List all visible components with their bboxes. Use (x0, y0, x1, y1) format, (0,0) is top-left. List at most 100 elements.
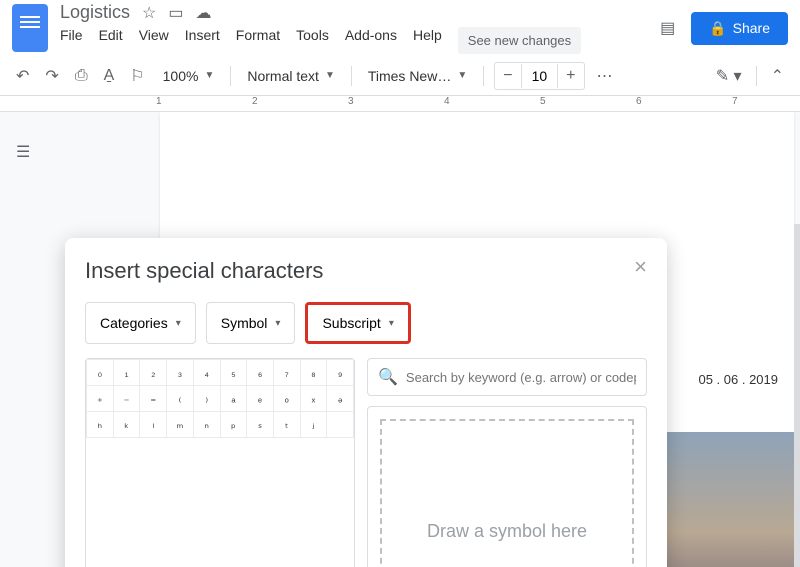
font-size-stepper: − 10 + (494, 62, 584, 90)
char-cell[interactable]: ₆ (247, 360, 274, 386)
search-box: 🔍 (367, 358, 647, 396)
comment-icon[interactable]: ▤ (660, 18, 675, 38)
chevron-down-icon: ▼ (457, 70, 467, 81)
docs-logo-icon[interactable] (12, 4, 48, 52)
font-value: Times New… (368, 68, 452, 84)
menu-insert[interactable]: Insert (185, 27, 220, 54)
char-cell[interactable]: ₄ (193, 360, 220, 386)
ruler-mark: 3 (348, 96, 354, 107)
app-header: Logistics ☆ ▭ ☁ File Edit View Insert Fo… (0, 0, 800, 56)
char-cell[interactable]: ₈ (300, 360, 327, 386)
special-characters-dialog: Insert special characters × Categories ▾… (65, 238, 667, 567)
style-value: Normal text (247, 68, 319, 84)
char-cell[interactable]: ₋ (113, 386, 140, 412)
dialog-title: Insert special characters (85, 258, 647, 284)
char-cell[interactable]: ₕ (87, 412, 114, 438)
char-cell[interactable]: ₌ (140, 386, 167, 412)
subscript-dropdown[interactable]: Subscript ▾ (305, 302, 410, 344)
char-cell[interactable]: ₉ (327, 360, 354, 386)
edit-mode-icon[interactable]: ✎ ▾ (712, 62, 746, 90)
separator (351, 66, 352, 86)
increase-font-button[interactable]: + (558, 63, 583, 89)
menu-file[interactable]: File (60, 27, 83, 54)
char-cell[interactable]: ₑ (247, 386, 274, 412)
separator (756, 66, 757, 86)
chevron-down-icon: ▼ (325, 70, 335, 81)
character-grid: ₀₁₂₃₄₅₆₇₈₉ ₊₋₌₍₎ₐₑₒₓₔ ₕₖₗₘₙₚₛₜⱼ (85, 358, 355, 567)
char-cell[interactable]: ₐ (220, 386, 247, 412)
char-cell[interactable]: ₇ (273, 360, 300, 386)
zoom-value: 100% (163, 68, 199, 84)
draw-hint: Draw a symbol here (427, 521, 587, 542)
char-cell[interactable]: ⱼ (300, 412, 327, 438)
font-size-value[interactable]: 10 (521, 64, 559, 88)
char-cell[interactable]: ₔ (327, 386, 354, 412)
char-cell[interactable]: ₖ (113, 412, 140, 438)
search-input[interactable] (406, 370, 636, 385)
categories-label: Categories (100, 315, 168, 331)
char-cell[interactable]: ₍ (167, 386, 194, 412)
char-cell[interactable]: ₘ (167, 412, 194, 438)
see-new-changes[interactable]: See new changes (458, 27, 581, 54)
subscript-label: Subscript (322, 315, 380, 331)
ruler-mark: 4 (444, 96, 450, 107)
categories-dropdown[interactable]: Categories ▾ (85, 302, 196, 344)
close-icon[interactable]: × (634, 254, 647, 280)
char-cell[interactable]: ₓ (300, 386, 327, 412)
menu-view[interactable]: View (139, 27, 169, 54)
menu-addons[interactable]: Add-ons (345, 27, 397, 54)
more-icon[interactable]: ⋯ (593, 62, 617, 90)
char-cell[interactable]: ₅ (220, 360, 247, 386)
char-cell[interactable]: ₃ (167, 360, 194, 386)
document-area: ☰ 05 . 06 . 2019 Insert special characte… (0, 112, 800, 567)
font-select[interactable]: Times New… ▼ (362, 64, 473, 88)
document-title[interactable]: Logistics (60, 2, 130, 23)
print-icon[interactable]: ⎙ (71, 63, 92, 89)
ruler-mark: 2 (252, 96, 258, 107)
paint-format-icon[interactable]: ⚐ (126, 62, 148, 90)
char-cell[interactable]: ₛ (247, 412, 274, 438)
char-cell[interactable]: ₚ (220, 412, 247, 438)
share-button[interactable]: 🔒 Share (691, 12, 788, 45)
star-icon[interactable]: ☆ (142, 3, 156, 23)
chevron-down-icon: ▼ (204, 70, 214, 81)
cloud-icon[interactable]: ☁ (196, 3, 212, 23)
spellcheck-icon[interactable]: A̱ (100, 63, 119, 89)
draw-area[interactable]: Draw a symbol here (380, 419, 634, 567)
menu-edit[interactable]: Edit (99, 27, 123, 54)
char-cell[interactable]: ₙ (193, 412, 220, 438)
outline-icon[interactable]: ☰ (16, 142, 30, 162)
separator (230, 66, 231, 86)
zoom-select[interactable]: 100% ▼ (157, 64, 221, 88)
style-select[interactable]: Normal text ▼ (241, 64, 340, 88)
menu-tools[interactable]: Tools (296, 27, 329, 54)
ruler[interactable]: 1 2 3 4 5 6 7 (0, 96, 800, 112)
share-label: Share (733, 20, 770, 36)
char-cell[interactable]: ₒ (273, 386, 300, 412)
page-date-text: 05 . 06 . 2019 (698, 372, 778, 387)
menu-format[interactable]: Format (236, 27, 280, 54)
collapse-icon[interactable]: ⌃ (767, 62, 788, 90)
char-cell[interactable]: ₀ (87, 360, 114, 386)
char-cell[interactable]: ₂ (140, 360, 167, 386)
char-cell[interactable]: ₗ (140, 412, 167, 438)
move-icon[interactable]: ▭ (168, 3, 183, 23)
symbol-dropdown[interactable]: Symbol ▾ (206, 302, 296, 344)
char-cell[interactable]: ₎ (193, 386, 220, 412)
redo-icon[interactable]: ↷ (41, 62, 62, 90)
ruler-mark: 6 (636, 96, 642, 107)
char-cell[interactable]: ₁ (113, 360, 140, 386)
chevron-down-icon: ▾ (275, 318, 280, 329)
scrollbar[interactable] (794, 224, 800, 567)
menu-help[interactable]: Help (413, 27, 442, 54)
char-cell[interactable]: ₊ (87, 386, 114, 412)
ruler-mark: 5 (540, 96, 546, 107)
draw-panel: Draw a symbol here (367, 406, 647, 567)
menu-bar: File Edit View Insert Format Tools Add-o… (60, 27, 581, 54)
decrease-font-button[interactable]: − (495, 63, 520, 89)
ruler-mark: 7 (732, 96, 738, 107)
symbol-label: Symbol (221, 315, 268, 331)
char-cell[interactable]: ₜ (273, 412, 300, 438)
undo-icon[interactable]: ↶ (12, 62, 33, 90)
chevron-down-icon: ▾ (389, 318, 394, 329)
